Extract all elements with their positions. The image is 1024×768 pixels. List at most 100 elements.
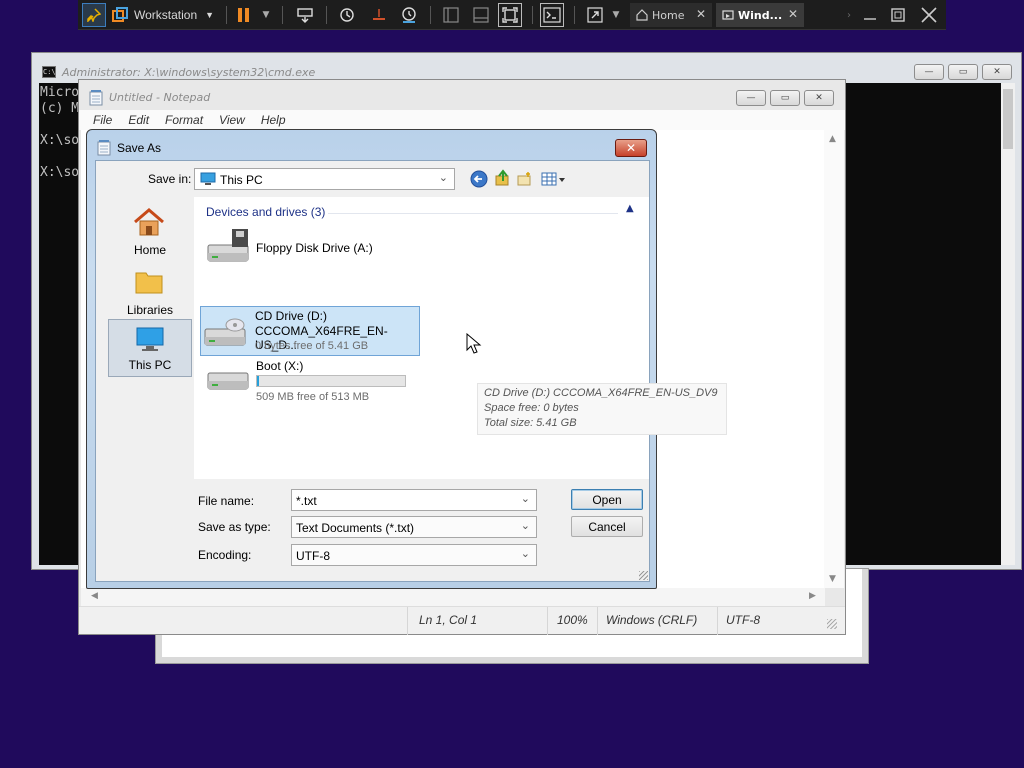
tab-windows-label: Wind... [738,8,783,22]
revert-snapshot-icon[interactable] [368,3,390,27]
view-menu-icon[interactable] [540,170,566,188]
cmd-scrollbar[interactable] [1001,83,1015,565]
snapshot-icon[interactable] [336,3,358,27]
place-this-pc[interactable]: This PC [108,319,192,377]
save-as-dialog[interactable]: Save As ✕ Save in: This PC ⌄ Home Librar… [86,129,727,589]
home-icon [636,9,648,21]
place-home-label: Home [133,243,166,257]
cmd-icon: C:\ [42,66,56,78]
cd-drive-icon [204,318,246,346]
pin-icon[interactable] [82,3,106,27]
drive-floppy[interactable]: Floppy Disk Drive (A:) [200,225,420,275]
drive-boot[interactable]: Boot (X:) 509 MB free of 513 MB [200,357,420,407]
vertical-scrollbar[interactable]: ▲ ▼ [824,130,844,588]
status-position: Ln 1, Col 1 [419,613,478,627]
chevron-down-icon[interactable]: ▼ [260,3,272,27]
scroll-right-icon[interactable]: ▶ [809,591,816,601]
chevron-down-icon[interactable]: ▼ [610,3,622,27]
chevron-down-icon[interactable]: ⌄ [521,492,530,505]
scroll-up-icon[interactable]: ▲ [829,134,836,144]
minimize-icon[interactable] [860,3,880,27]
home-icon [134,208,164,236]
maximize-icon[interactable] [888,3,908,27]
menu-edit[interactable]: Edit [128,113,149,127]
status-line-ending: Windows (CRLF) [606,613,698,627]
console-icon[interactable] [540,3,564,27]
drive-usage-bar [256,375,406,387]
tab-home[interactable]: Home ✕ [630,3,712,27]
save-as-type-value: Text Documents (*.txt) [296,521,415,535]
notepad-title-bar[interactable]: Untitled - Notepad — ▭ ✕ [79,80,845,110]
place-home[interactable]: Home [108,203,192,261]
send-keys-icon[interactable] [294,3,316,27]
minimize-button[interactable]: — [736,90,766,106]
collapse-icon[interactable]: ▲ [626,203,634,214]
thumbnail-bar-icon[interactable] [470,3,492,27]
close-button[interactable]: ✕ [982,64,1012,80]
workstation-label: Workstation [134,8,198,22]
drive-cd[interactable]: CD Drive (D:) CCCOMA_X64FRE_EN-US_D... 0… [200,306,420,356]
scroll-down-icon[interactable]: ▼ [829,574,836,584]
place-libraries[interactable]: Libraries [108,263,192,321]
file-name-input[interactable]: *.txt ⌄ [291,489,537,511]
tab-home-label: Home [652,8,685,22]
stretch-icon[interactable] [584,3,606,27]
fullscreen-icon[interactable] [498,3,522,27]
place-libraries-label: Libraries [126,303,174,317]
new-folder-icon[interactable] [516,170,534,188]
drive-tooltip: CD Drive (D:) CCCOMA_X64FRE_EN-US_DV9 Sp… [477,383,727,435]
notepad-icon [89,90,103,106]
drive-name: Boot (X:) [256,359,304,373]
dialog-body: Save in: This PC ⌄ Home Libraries This P… [95,160,727,582]
save-in-label: Save in: [148,172,192,186]
notepad-icon [97,140,111,156]
open-button[interactable]: Open [571,489,643,510]
chevron-right-icon[interactable]: › [844,3,854,27]
workstation-menu[interactable]: Workstation ▼ [134,3,216,27]
file-name-label: File name: [198,494,255,508]
maximize-button[interactable]: ▭ [948,64,978,80]
minimize-button[interactable]: — [914,64,944,80]
pause-icon[interactable] [234,3,254,27]
save-in-dropdown[interactable]: This PC ⌄ [194,168,455,190]
vm-icon [722,10,734,20]
menu-view[interactable]: View [219,113,245,127]
resize-grip-icon[interactable] [639,571,648,580]
menu-help[interactable]: Help [261,113,286,127]
group-header[interactable]: Devices and drives (3) [206,205,325,219]
mouse-cursor-icon [466,333,482,354]
encoding-dropdown[interactable]: UTF-8 ⌄ [291,544,537,566]
save-as-type-dropdown[interactable]: Text Documents (*.txt) ⌄ [291,516,537,538]
maximize-button[interactable]: ▭ [770,90,800,106]
back-icon[interactable] [470,170,488,188]
scrollbar-thumb[interactable] [1003,89,1013,149]
horizontal-scrollbar[interactable]: ◀ ▶ [81,588,825,606]
drive-name: CD Drive (D:) [255,309,327,323]
resize-grip-icon[interactable] [827,619,837,629]
file-list-view[interactable]: Devices and drives (3) ▲ Floppy Disk Dri… [194,197,727,479]
up-folder-icon[interactable] [494,169,512,187]
close-button[interactable]: ✕ [804,90,834,106]
notepad-title: Untitled - Notepad [109,91,211,104]
scroll-left-icon[interactable]: ◀ [91,591,98,601]
encoding-value: UTF-8 [296,549,330,563]
tooltip-line: Space free: 0 bytes [484,402,579,414]
snapshot-manager-icon[interactable] [398,3,420,27]
status-zoom: 100% [557,613,588,627]
menu-file[interactable]: File [93,113,112,127]
library-icon[interactable] [440,3,462,27]
close-window-icon[interactable] [918,3,940,27]
menu-format[interactable]: Format [165,113,203,127]
save-in-value: This PC [220,173,263,187]
file-name-value: *.txt [296,494,317,508]
drive-free-space: 0 bytes free of 5.41 GB [255,340,369,352]
notepad-menu-bar: File Edit Format View Help [79,110,845,130]
close-icon[interactable]: ✕ [788,7,798,21]
libraries-icon [135,272,163,294]
dialog-close-button[interactable]: ✕ [615,139,647,157]
this-pc-icon [200,172,216,185]
tab-windows-vm[interactable]: Wind... ✕ [716,3,804,27]
close-icon[interactable]: ✕ [696,7,706,21]
notepad-status-bar: Ln 1, Col 1 100% Windows (CRLF) UTF-8 [79,606,845,635]
cancel-button[interactable]: Cancel [571,516,643,537]
